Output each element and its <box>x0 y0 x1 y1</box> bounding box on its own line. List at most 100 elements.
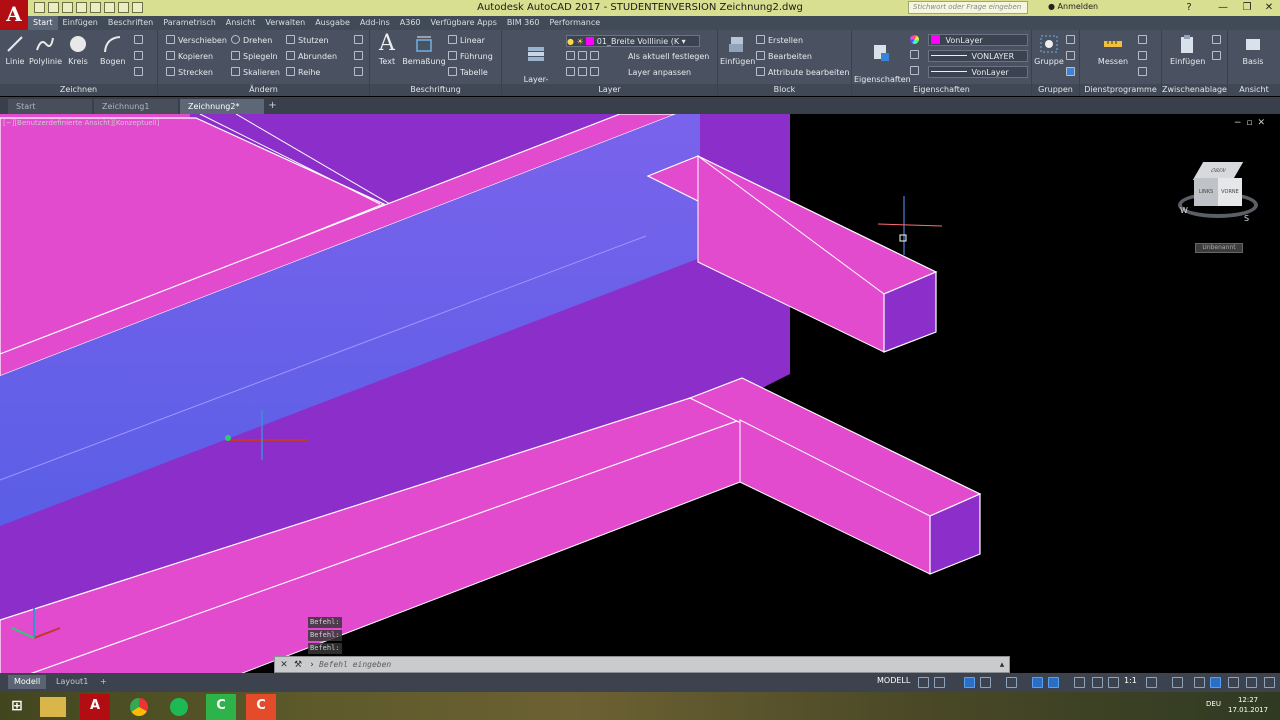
maximize-button[interactable]: ❐ <box>1236 0 1258 16</box>
drawing-viewport[interactable]: [−][Benutzerdefinierte Ansicht][Konzeptu… <box>0 114 1280 674</box>
ortho-icon[interactable] <box>964 677 975 688</box>
explode-icon[interactable] <box>354 51 366 63</box>
wrench-icon[interactable]: ⚒ <box>293 659 303 671</box>
model-space-button[interactable]: MODELL <box>877 676 910 685</box>
trim-button[interactable]: Stutzen <box>286 35 329 47</box>
layer-freeze-icon[interactable] <box>590 51 599 60</box>
tab-a360[interactable]: A360 <box>395 16 426 30</box>
windows-start-icon[interactable]: ⊞ <box>2 694 32 720</box>
group-select-icon[interactable] <box>1066 67 1078 79</box>
color-dropdown[interactable]: VonLayer <box>928 34 1028 46</box>
command-input[interactable]: Befehl eingeben <box>319 659 919 671</box>
linetype-dropdown[interactable]: VONLAYER <box>928 50 1028 62</box>
camtasia-recorder-icon[interactable]: C <box>206 694 236 720</box>
table-button[interactable]: Tabelle <box>448 67 488 79</box>
autoscale-icon[interactable] <box>1108 677 1119 688</box>
3d-model-scene[interactable] <box>0 114 1280 674</box>
close-button[interactable]: ✕ <box>1258 0 1280 16</box>
viewcube-front[interactable]: VORNE <box>1218 178 1242 206</box>
panel-title-aendern[interactable]: Ändern <box>158 84 369 96</box>
camtasia-editor-icon[interactable]: C <box>246 694 276 720</box>
chrome-icon[interactable] <box>124 694 154 720</box>
compass-w[interactable]: W <box>1180 206 1188 215</box>
set-current-button[interactable]: Als aktuell festlegen <box>628 51 709 63</box>
file-tab-zeichnung1[interactable]: Zeichnung1 <box>94 99 178 114</box>
dimension-button[interactable]: Bemaßung <box>402 32 446 66</box>
array-button[interactable]: Reihe <box>286 67 320 79</box>
panel-title-dienstprogramme[interactable]: Dienstprogramme <box>1080 84 1161 96</box>
spotify-icon[interactable] <box>164 694 194 720</box>
undo-icon[interactable] <box>104 2 115 13</box>
lineweight-dropdown[interactable]: VonLayer <box>928 66 1028 78</box>
viewport-controls-label[interactable]: [−][Benutzerdefinierte Ansicht][Konzeptu… <box>3 119 159 127</box>
line-button[interactable]: Linie <box>4 32 26 66</box>
scale-button[interactable]: Skalieren <box>231 67 280 79</box>
polar-icon[interactable] <box>980 677 991 688</box>
panel-title-zeichnen[interactable]: Zeichnen <box>0 84 157 96</box>
isolate-objects-icon[interactable] <box>1228 677 1239 688</box>
measure-button[interactable]: Messen <box>1096 32 1130 66</box>
tab-ausgabe[interactable]: Ausgabe <box>310 16 355 30</box>
tab-performance[interactable]: Performance <box>544 16 605 30</box>
save-as-icon[interactable] <box>76 2 87 13</box>
layer-dropdown[interactable]: ● ☀ 01_Breite Volllinie (K ▾ <box>566 35 700 47</box>
text-button[interactable]: A Text <box>376 32 398 67</box>
compass-s[interactable]: S <box>1244 214 1249 223</box>
lineweight-toggle-icon[interactable] <box>1074 677 1085 688</box>
leader-button[interactable]: Führung <box>448 51 493 63</box>
minimize-button[interactable]: — <box>1212 0 1234 16</box>
tab-einfuegen[interactable]: Einfügen <box>58 16 103 30</box>
file-explorer-icon[interactable] <box>40 697 66 717</box>
stretch-button[interactable]: Strecken <box>166 67 213 79</box>
annotation-monitor-icon[interactable] <box>1172 677 1183 688</box>
chevron-up-icon[interactable]: ▴ <box>997 659 1007 671</box>
quick-select-icon[interactable] <box>1138 35 1150 47</box>
grid-icon[interactable] <box>918 677 929 688</box>
layer-lock-icon[interactable] <box>590 67 599 76</box>
tab-parametrisch[interactable]: Parametrisch <box>158 16 221 30</box>
gradient-icon[interactable] <box>134 67 146 79</box>
tab-beschriften[interactable]: Beschriften <box>103 16 158 30</box>
cut-icon[interactable] <box>1212 35 1224 47</box>
file-tab-start[interactable]: Start <box>8 99 92 114</box>
erase-icon[interactable] <box>354 35 366 47</box>
panel-title-layer[interactable]: Layer <box>502 84 717 96</box>
panel-title-eigenschaften[interactable]: Eigenschaften <box>852 84 1031 96</box>
move-button[interactable]: Verschieben <box>166 35 227 47</box>
isodraft-icon[interactable] <box>1006 677 1017 688</box>
panel-title-gruppen[interactable]: Gruppen <box>1032 84 1079 96</box>
offset-icon[interactable] <box>354 67 366 79</box>
group-button[interactable]: Gruppe <box>1034 32 1064 66</box>
close-icon[interactable]: ✕ <box>279 659 289 671</box>
mirror-button[interactable]: Spiegeln <box>231 51 278 63</box>
tab-ansicht[interactable]: Ansicht <box>221 16 261 30</box>
clock[interactable]: 12:27 17.01.2017 <box>1228 695 1268 715</box>
polyline-button[interactable]: Polylinie <box>29 32 62 66</box>
new-file-icon[interactable] <box>34 2 45 13</box>
panel-title-beschriftung[interactable]: Beschriftung <box>370 84 501 96</box>
paste-button[interactable]: Einfügen <box>1170 32 1205 66</box>
fillet-button[interactable]: Abrunden <box>286 51 337 63</box>
edit-block-button[interactable]: Bearbeiten <box>756 51 812 63</box>
base-view-button[interactable]: Basis <box>1238 32 1268 66</box>
signin-button[interactable]: ● Anmelden <box>1048 2 1098 11</box>
rotate-button[interactable]: Drehen <box>231 35 272 47</box>
file-tab-zeichnung2[interactable]: Zeichnung2* <box>180 99 264 114</box>
tab-start[interactable]: Start <box>28 16 58 30</box>
viewcube-left[interactable]: LINKS <box>1194 178 1218 206</box>
snap-icon[interactable] <box>934 677 945 688</box>
language-indicator[interactable]: DEU <box>1206 700 1221 708</box>
application-menu-button[interactable]: A <box>0 0 28 30</box>
linear-dim-button[interactable]: Linear <box>448 35 485 47</box>
workspace-dropdown-icon[interactable] <box>132 2 143 13</box>
layer-isolate-icon[interactable] <box>578 51 587 60</box>
group-edit-icon[interactable] <box>1066 51 1078 63</box>
customization-menu-icon[interactable] <box>1264 677 1275 688</box>
autocad-taskbar-icon[interactable]: A <box>80 694 110 720</box>
units-icon[interactable] <box>1194 677 1205 688</box>
tab-verwalten[interactable]: Verwalten <box>260 16 310 30</box>
open-file-icon[interactable] <box>48 2 59 13</box>
redo-icon[interactable] <box>118 2 129 13</box>
hatch-icon[interactable] <box>134 51 146 63</box>
new-tab-plus-icon[interactable]: + <box>266 100 279 113</box>
